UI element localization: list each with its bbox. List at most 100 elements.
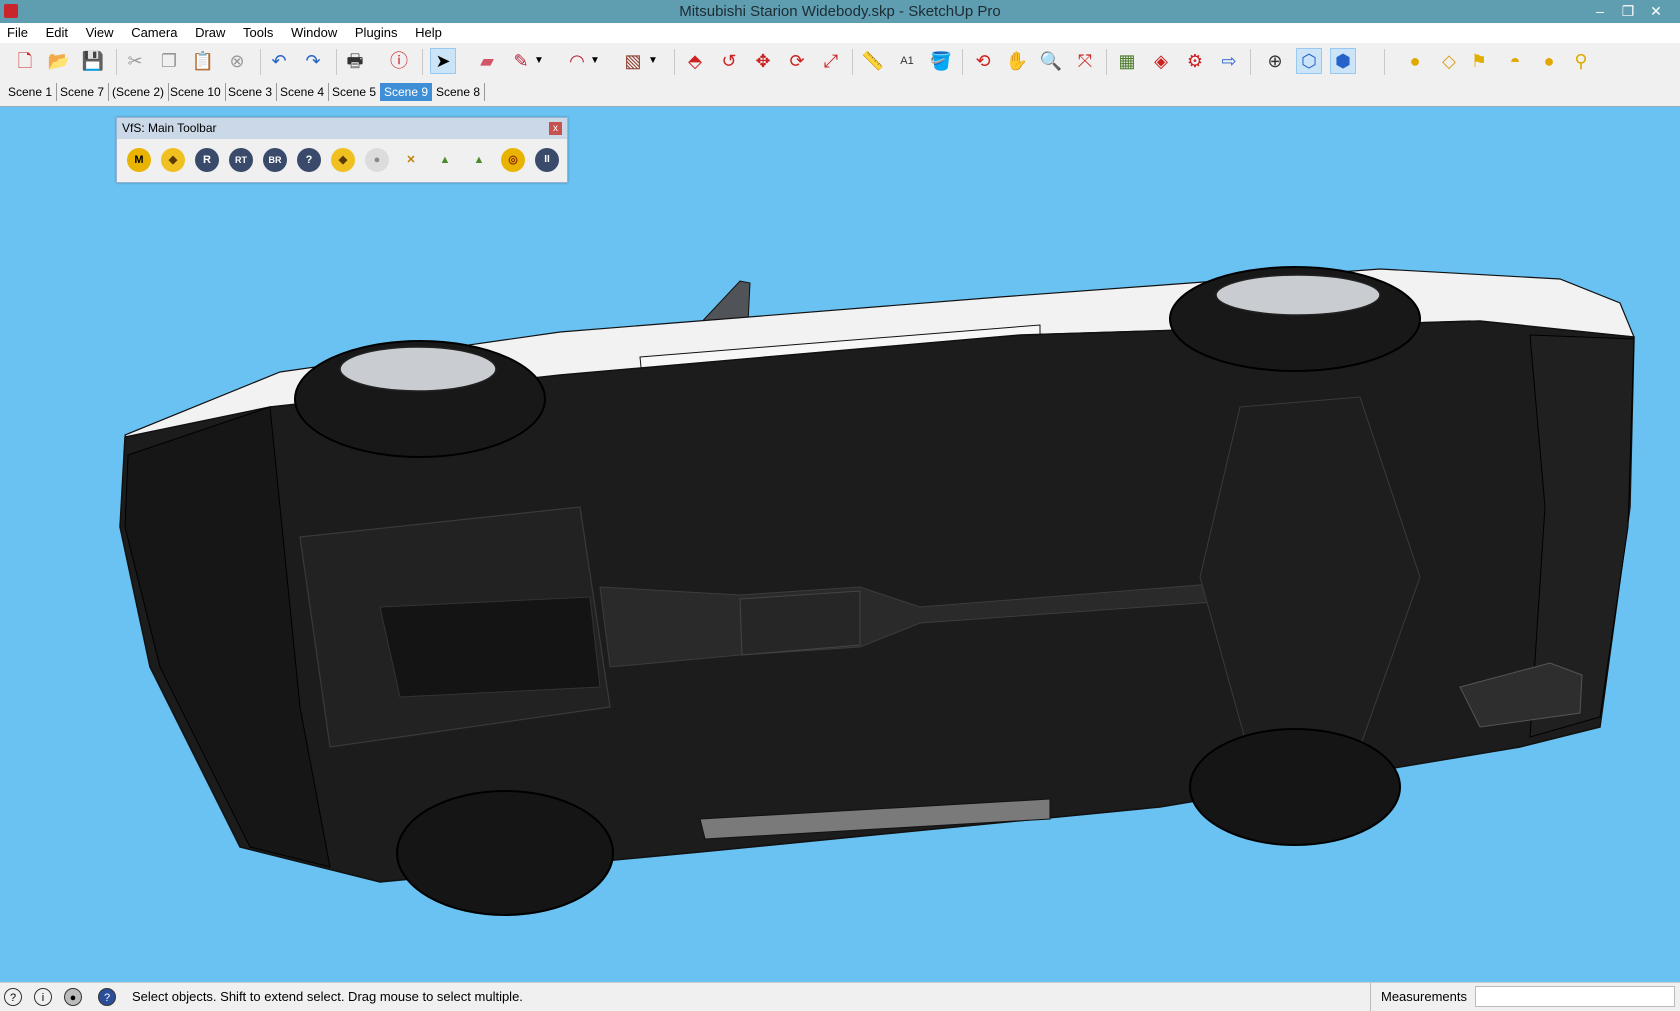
text-icon[interactable]: A1: [894, 48, 920, 74]
minimize-button[interactable]: –: [1586, 0, 1614, 23]
zoom-extents-icon[interactable]: ⤧: [1072, 48, 1098, 74]
erase-icon[interactable]: ⊗: [224, 48, 250, 74]
menu-draw[interactable]: Draw: [188, 23, 232, 43]
save-icon[interactable]: 💾: [80, 48, 106, 74]
tape-measure-icon[interactable]: 📏: [860, 48, 886, 74]
geo-location-icon[interactable]: ?: [4, 988, 22, 1006]
scale-icon[interactable]: ⤢: [818, 48, 844, 74]
restore-button[interactable]: ❐: [1614, 0, 1642, 23]
scene-tab[interactable]: Scene 5: [328, 83, 382, 101]
vfs-toolbar-title: VfS: Main Toolbar x: [117, 118, 567, 139]
copy-icon[interactable]: ❐: [156, 48, 182, 74]
position-camera-icon[interactable]: ⊕: [1262, 48, 1288, 74]
flag-icon[interactable]: ⚑: [1466, 48, 1492, 74]
instructor-icon[interactable]: ?: [98, 988, 116, 1006]
vfs-landscape2-button[interactable]: ▲: [467, 148, 491, 172]
vfs-target-button[interactable]: ◎: [501, 148, 525, 172]
scene-tab[interactable]: Scene 10: [166, 83, 226, 101]
materials-icon[interactable]: ◈: [1148, 48, 1174, 74]
toolbar-separator: [962, 49, 963, 75]
vfs-rt-button[interactable]: RT: [229, 148, 253, 172]
oil-pan: [379, 596, 601, 698]
paste-icon[interactable]: 📋: [190, 48, 216, 74]
select-icon[interactable]: ➤: [430, 48, 456, 74]
pin-icon[interactable]: ⚲: [1568, 48, 1594, 74]
paint-bucket-icon[interactable]: 🪣: [928, 48, 954, 74]
scene-tab-active[interactable]: Scene 9: [380, 83, 433, 101]
vfs-help-button[interactable]: ?: [297, 148, 321, 172]
vfs-br-button[interactable]: BR: [263, 148, 287, 172]
move-icon[interactable]: ✥: [750, 48, 776, 74]
measurements-label: Measurements: [1370, 983, 1467, 1011]
car-model-underside[interactable]: [0, 107, 1680, 983]
toolbar-separator: [1106, 49, 1107, 75]
open-icon[interactable]: 📂: [46, 48, 72, 74]
vfs-render-button[interactable]: R: [195, 148, 219, 172]
arc-dropdown-icon[interactable]: ▼: [582, 48, 608, 74]
vfs-landscape-button[interactable]: ▲: [433, 148, 457, 172]
scene-tab[interactable]: Scene 8: [432, 83, 486, 101]
export-icon[interactable]: ⇨: [1216, 48, 1242, 74]
sun-icon[interactable]: ●: [1402, 48, 1428, 74]
new-icon[interactable]: 🗋: [12, 48, 38, 74]
menu-file[interactable]: File: [0, 23, 35, 43]
scene-tab[interactable]: Scene 3: [224, 83, 278, 101]
credits-icon[interactable]: i: [34, 988, 52, 1006]
menu-window[interactable]: Window: [284, 23, 344, 43]
vfs-pause-button[interactable]: II: [535, 148, 559, 172]
menu-camera[interactable]: Camera: [124, 23, 184, 43]
pan-icon[interactable]: ✋: [1004, 48, 1030, 74]
model-viewport[interactable]: VfS: Main Toolbar x M ◆ R RT BR ? ◆ ● ✕ …: [0, 106, 1680, 983]
menu-view[interactable]: View: [79, 23, 121, 43]
menu-tools[interactable]: Tools: [236, 23, 280, 43]
vfs-mesh-button[interactable]: ✕: [399, 148, 423, 172]
print-icon[interactable]: 🖶: [342, 48, 368, 74]
components-icon[interactable]: ▦: [1114, 48, 1140, 74]
vfs-m-button[interactable]: M: [127, 148, 151, 172]
close-window-button[interactable]: ✕: [1642, 0, 1670, 23]
vfs-main-toolbar[interactable]: VfS: Main Toolbar x M ◆ R RT BR ? ◆ ● ✕ …: [116, 117, 568, 183]
rectangle-dropdown-icon[interactable]: ▼: [640, 48, 666, 74]
user-icon[interactable]: ●: [64, 988, 82, 1006]
front-left-wheel-rim: [339, 346, 497, 392]
sphere-icon[interactable]: ●: [1536, 48, 1562, 74]
vfs-tag-button[interactable]: ◆: [161, 148, 185, 172]
menu-bar: File Edit View Camera Draw Tools Window …: [0, 23, 1680, 43]
rotate-icon[interactable]: ⟳: [784, 48, 810, 74]
model-info-icon[interactable]: ⓘ: [386, 48, 412, 74]
scene-tab[interactable]: Scene 4: [276, 83, 330, 101]
toolbar-separator: [852, 49, 853, 75]
top-view-icon[interactable]: ⬢: [1330, 48, 1356, 74]
toolbar-separator: [674, 49, 675, 75]
vfs-tag2-button[interactable]: ◆: [331, 148, 355, 172]
scene-tab[interactable]: (Scene 2): [108, 83, 170, 101]
follow-me-icon[interactable]: ↺: [716, 48, 742, 74]
toolbar-separator: [116, 49, 117, 75]
scene-tab[interactable]: Scene 1: [4, 83, 58, 101]
push-pull-icon[interactable]: ⬘: [682, 48, 708, 74]
measurements-input[interactable]: [1475, 986, 1675, 1007]
title-bar: Mitsubishi Starion Widebody.skp - Sketch…: [0, 0, 1680, 23]
dome-icon[interactable]: ◓: [1502, 48, 1528, 74]
orbit-icon[interactable]: ⟲: [970, 48, 996, 74]
vfs-close-button[interactable]: x: [549, 122, 562, 135]
eraser-icon[interactable]: ▰: [474, 48, 500, 74]
window-title: Mitsubishi Starion Widebody.skp - Sketch…: [679, 3, 1001, 20]
styles-icon[interactable]: ⚙: [1182, 48, 1208, 74]
cut-icon[interactable]: ✂: [122, 48, 148, 74]
menu-edit[interactable]: Edit: [39, 23, 75, 43]
vfs-sphere-button[interactable]: ●: [365, 148, 389, 172]
pencil-dropdown-icon[interactable]: ▼: [526, 48, 552, 74]
iso-view-icon[interactable]: ⬡: [1296, 48, 1322, 74]
menu-plugins[interactable]: Plugins: [348, 23, 405, 43]
undo-icon[interactable]: ↶: [266, 48, 292, 74]
redo-icon[interactable]: ↷: [300, 48, 326, 74]
zoom-icon[interactable]: 🔍: [1038, 48, 1064, 74]
menu-help[interactable]: Help: [408, 23, 449, 43]
scene-tab[interactable]: Scene 7: [56, 83, 110, 101]
front-right-tire: [396, 790, 614, 916]
section-plane-icon[interactable]: ◇: [1436, 48, 1462, 74]
vfs-toolbar-title-text: VfS: Main Toolbar: [122, 121, 217, 135]
toolbar-separator: [1250, 49, 1251, 75]
main-toolbar: 🗋 📂 💾 ✂ ❐ 📋 ⊗ ↶ ↷ 🖶 ⓘ ➤ ▰ ✎ ▼ ◠ ▼ ▧ ▼ ⬘ …: [0, 43, 1680, 81]
